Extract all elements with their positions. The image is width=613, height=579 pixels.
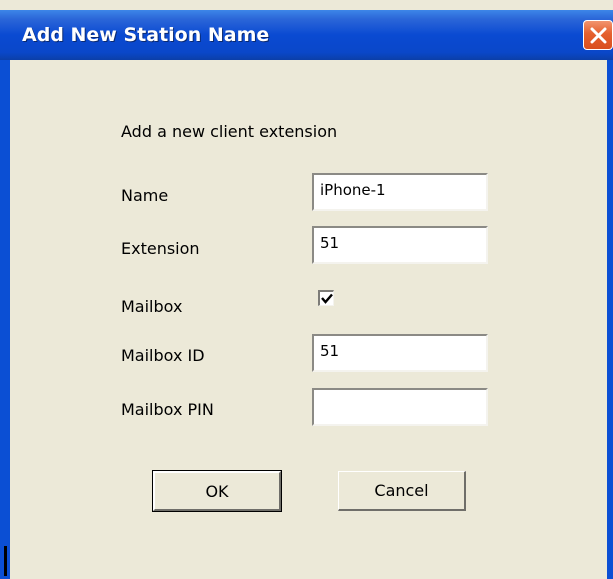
cancel-button[interactable]: Cancel: [338, 471, 466, 511]
mailbox-label: Mailbox: [121, 297, 183, 316]
text-cursor-icon: [4, 546, 7, 576]
checkmark-icon: [321, 293, 333, 304]
dialog-window: Add New Station Name Add a new client ex…: [0, 0, 613, 579]
mailbox-checkbox[interactable]: [318, 290, 334, 306]
title-bar[interactable]: Add New Station Name: [0, 10, 613, 60]
mailbox-id-field[interactable]: 51: [312, 334, 488, 372]
close-button[interactable]: [583, 20, 613, 50]
window-title: Add New Station Name: [22, 24, 270, 46]
mailbox-pin-label: Mailbox PIN: [121, 400, 214, 419]
name-label: Name: [121, 186, 169, 205]
name-field[interactable]: iPhone-1: [312, 173, 488, 211]
close-x-icon: [590, 27, 607, 44]
window-left-border: [0, 60, 10, 579]
dialog-content: Add a new client extension Name iPhone-1…: [10, 60, 607, 579]
extension-label: Extension: [121, 239, 200, 258]
mailbox-pin-field[interactable]: [312, 388, 488, 426]
window-right-border: [607, 60, 613, 579]
mailbox-id-label: Mailbox ID: [121, 346, 205, 365]
extension-field[interactable]: 51: [312, 226, 488, 264]
dialog-heading: Add a new client extension: [121, 122, 338, 141]
ok-button[interactable]: OK: [152, 470, 282, 512]
